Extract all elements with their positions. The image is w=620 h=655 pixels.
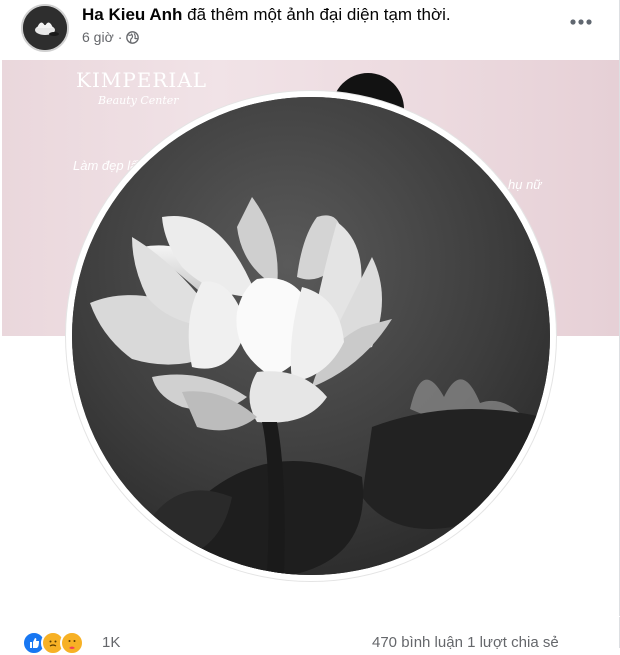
cover-tagline-right: hụ nữ bbox=[508, 177, 542, 192]
post-title: Ha Kieu Anh đã thêm một ảnh đại diện tạm… bbox=[82, 5, 451, 25]
profile-photo[interactable] bbox=[72, 97, 550, 575]
reaction-icons[interactable] bbox=[22, 631, 84, 655]
globe-icon[interactable] bbox=[126, 30, 140, 44]
brand-name: KIMPERIAL bbox=[76, 68, 208, 92]
brand-subtitle: Beauty Center bbox=[98, 94, 179, 107]
lotus-avatar-icon bbox=[23, 6, 67, 50]
more-options-icon[interactable] bbox=[566, 10, 596, 34]
post-action-text: đã thêm một ảnh đại diện tạm thời. bbox=[187, 5, 451, 24]
post-footer: 1K 470 bình luận 1 lượt chia sẻ bbox=[0, 616, 620, 655]
brand-logo: KIMPERIAL Beauty Center bbox=[76, 68, 208, 107]
post-header: Ha Kieu Anh đã thêm một ảnh đại diện tạm… bbox=[0, 0, 620, 60]
lotus-photo-image bbox=[72, 97, 550, 575]
author-avatar[interactable] bbox=[21, 4, 69, 52]
profile-photo-post: Ha Kieu Anh đã thêm một ảnh đại diện tạm… bbox=[0, 0, 620, 655]
post-meta: 6 giờ · bbox=[82, 29, 140, 45]
meta-separator: · bbox=[117, 29, 123, 45]
post-time[interactable]: 6 giờ bbox=[82, 29, 114, 45]
cover-tagline-left: Làm đẹp lấ bbox=[73, 158, 138, 173]
care-icon bbox=[60, 631, 84, 655]
author-name[interactable]: Ha Kieu Anh bbox=[82, 5, 182, 24]
comments-shares-count[interactable]: 470 bình luận 1 lượt chia sẻ bbox=[372, 634, 559, 651]
reaction-count[interactable]: 1K bbox=[102, 634, 120, 651]
